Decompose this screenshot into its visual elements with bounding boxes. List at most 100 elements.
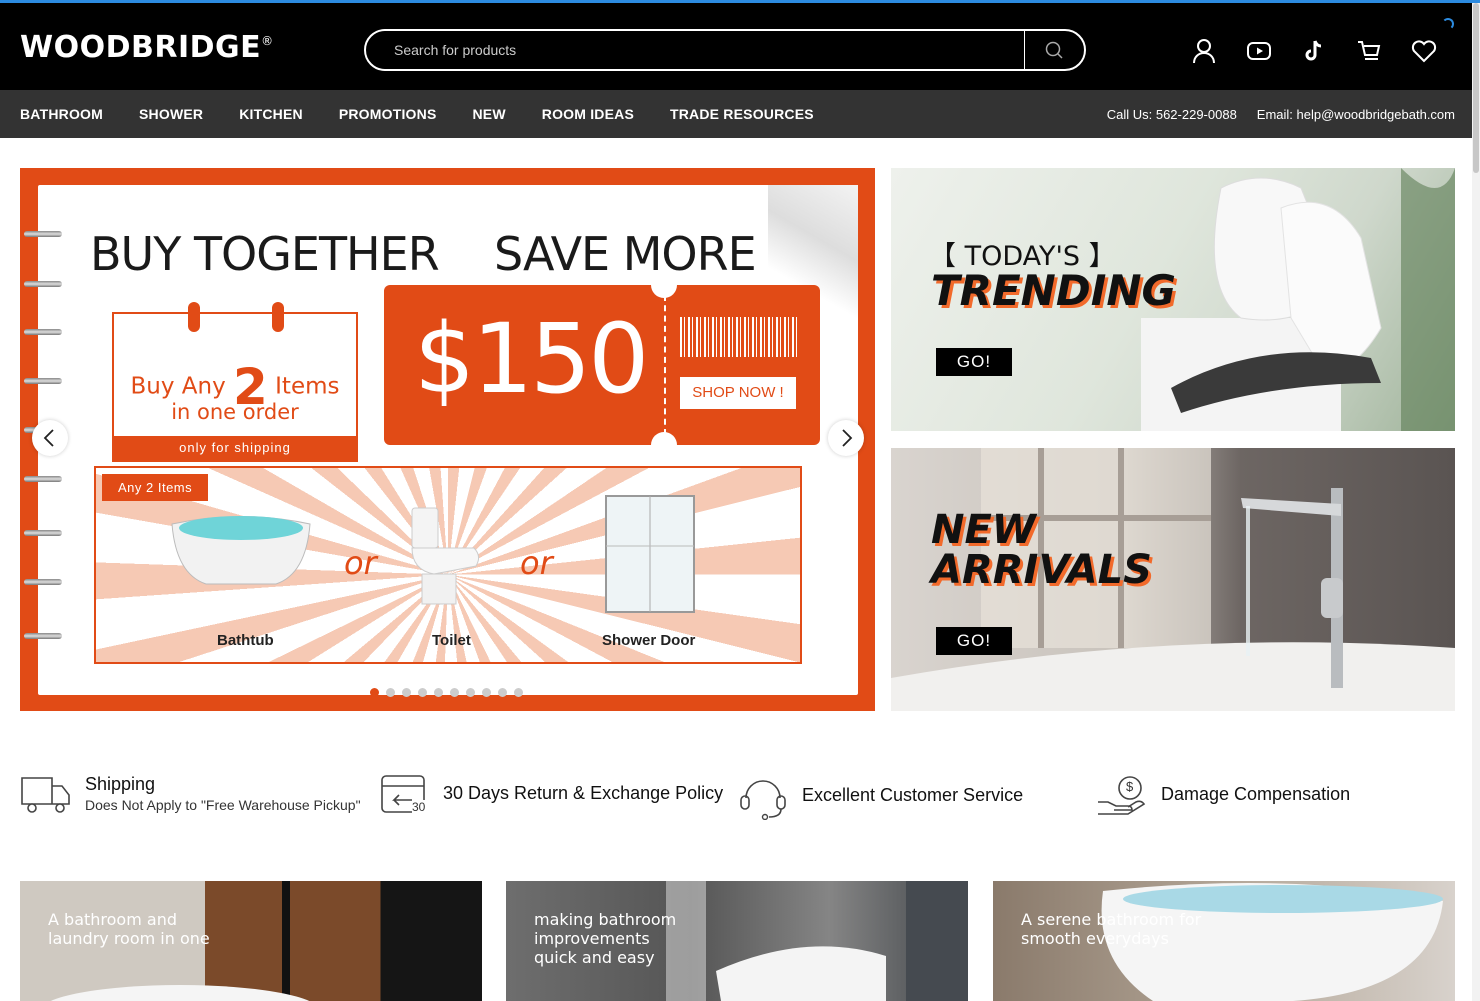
room-tile-bathroom-laundry[interactable]: A bathroom and laundry room in one	[20, 881, 482, 1001]
product-label-bathtub: Bathtub	[217, 632, 274, 649]
chevron-right-icon	[842, 429, 853, 447]
shop-now-button[interactable]: SHOP NOW !	[680, 377, 796, 409]
feature-return-policy: 30 30 Days Return & Exchange Policy	[380, 770, 723, 816]
slider-dot[interactable]	[514, 688, 523, 697]
feature-shipping-subtitle: Does Not Apply to "Free Warehouse Pickup…	[85, 796, 361, 813]
nav-item-trade-resources[interactable]: TRADE RESOURCES	[670, 106, 814, 122]
calendar-offer-card: Buy Any 2 Items in one order only for sh…	[112, 302, 358, 462]
slider-prev-button[interactable]	[32, 420, 68, 456]
slider-dot[interactable]	[370, 688, 379, 697]
slider-dot[interactable]	[466, 688, 475, 697]
room-tile-caption: making bathroom improvements quick and e…	[534, 910, 677, 967]
binding-ring	[24, 281, 62, 287]
room-ideas-tiles: A bathroom and laundry room in one makin…	[20, 881, 1455, 1001]
calendar-pin-icon	[272, 302, 284, 332]
binding-ring	[24, 579, 62, 585]
trending-photo-illustration	[1141, 168, 1455, 431]
contact-phone[interactable]: Call Us: 562-229-0088	[1107, 107, 1237, 122]
feature-damage-compensation: $ Damage Compensation	[1096, 770, 1350, 818]
site-logo[interactable]: WOODBRIDGE®	[20, 30, 274, 65]
slide-banner[interactable]: BUY TOGETHER SAVE MORE Buy Any 2 Items i…	[38, 185, 858, 695]
bathtub-image[interactable]	[166, 504, 316, 594]
trending-title: TRENDING	[931, 266, 1176, 315]
search-icon	[1045, 41, 1063, 59]
slider-pagination	[370, 688, 523, 697]
new-arrivals-line2: ARRIVALS	[931, 547, 1152, 593]
binding-ring	[24, 633, 62, 639]
slider-dot[interactable]	[402, 688, 411, 697]
barcode-icon	[680, 317, 798, 357]
slider-dot[interactable]	[386, 688, 395, 697]
youtube-icon[interactable]	[1245, 37, 1273, 65]
new-arrivals-go-button[interactable]: GO!	[936, 627, 1012, 655]
ticket-notch	[651, 432, 677, 458]
slider-dot[interactable]	[434, 688, 443, 697]
site-header: WOODBRIDGE®	[0, 3, 1472, 90]
feature-customer-service: Excellent Customer Service	[738, 770, 1023, 820]
slider-next-button[interactable]	[828, 420, 864, 456]
search-bar	[364, 29, 1086, 71]
scrollbar-thumb[interactable]	[1473, 3, 1479, 173]
headset-icon	[740, 780, 786, 820]
trending-go-button[interactable]: GO!	[936, 348, 1012, 376]
feature-return-title: 30 Days Return & Exchange Policy	[443, 782, 724, 803]
product-label-shower-door: Shower Door	[602, 632, 696, 649]
any-2-items-tag: Any 2 Items	[102, 474, 209, 501]
nav-item-promotions[interactable]: PROMOTIONS	[339, 106, 437, 122]
chevron-left-icon	[43, 429, 54, 447]
nav-item-shower[interactable]: SHOWER	[139, 106, 203, 122]
nav-item-bathroom[interactable]: BATHROOM	[20, 106, 103, 122]
ticket-divider	[664, 295, 666, 435]
new-arrivals-promo-banner[interactable]: NEW ARRIVALS GO!	[891, 448, 1455, 711]
slider-dot[interactable]	[498, 688, 507, 697]
feature-customer-service-title: Excellent Customer Service	[802, 784, 1024, 805]
headline-save-more: SAVE MORE	[494, 227, 757, 281]
contact-email[interactable]: Email: help@woodbridgebath.com	[1257, 107, 1455, 122]
offer-items-word: Items	[275, 373, 340, 400]
or-separator: or	[520, 544, 553, 582]
account-icon[interactable]	[1190, 37, 1218, 65]
binding-ring	[24, 378, 62, 384]
toilet-image[interactable]	[404, 504, 484, 608]
slider-dot[interactable]	[418, 688, 427, 697]
binding-ring	[24, 476, 62, 482]
offer-shipping-note: only for shipping	[114, 436, 356, 460]
search-input[interactable]	[394, 39, 994, 61]
room-tile-serene-bathroom[interactable]: A serene bathroom for smooth everydays	[993, 881, 1455, 1001]
slider-dot[interactable]	[450, 688, 459, 697]
feature-shipping-title: Shipping	[85, 773, 156, 794]
hero-slider[interactable]: BUY TOGETHER SAVE MORE Buy Any 2 Items i…	[20, 168, 875, 711]
loading-spinner-icon	[1442, 18, 1454, 30]
calendar-pin-icon	[188, 302, 200, 332]
room-tile-caption: A bathroom and laundry room in one	[48, 910, 210, 948]
product-label-toilet: Toilet	[432, 632, 471, 649]
shower-door-image[interactable]	[604, 494, 696, 614]
room-tile-bathroom-improvements[interactable]: making bathroom improvements quick and e…	[506, 881, 968, 1001]
feature-shipping: Shipping Does Not Apply to "Free Warehou…	[20, 770, 361, 816]
new-arrivals-line1: NEW	[931, 507, 1036, 553]
discount-price: $150	[414, 303, 649, 415]
search-button[interactable]	[1024, 31, 1084, 69]
room-tile-caption: A serene bathroom for smooth everydays	[1021, 910, 1202, 948]
bundle-products-panel: Any 2 Items or or Bathtub Toilet Shower …	[94, 466, 802, 664]
page-scrollbar[interactable]	[1472, 3, 1480, 1001]
tiktok-icon[interactable]	[1300, 37, 1328, 65]
nav-item-kitchen[interactable]: KITCHEN	[239, 106, 303, 122]
truck-icon	[21, 777, 70, 813]
slider-dot[interactable]	[482, 688, 491, 697]
feature-damage-compensation-title: Damage Compensation	[1161, 783, 1351, 804]
or-separator: or	[344, 544, 377, 582]
main-navigation: BATHROOM SHOWER KITCHEN PROMOTIONS NEW R…	[0, 90, 1472, 138]
binding-ring	[24, 329, 62, 335]
nav-item-new[interactable]: NEW	[473, 106, 506, 122]
headline-buy-together: BUY TOGETHER	[90, 227, 440, 281]
logo-registered-mark: ®	[261, 34, 274, 48]
return-box-icon: 30	[380, 770, 430, 816]
service-features-bar: Shipping Does Not Apply to "Free Warehou…	[20, 770, 1460, 826]
nav-item-room-ideas[interactable]: ROOM IDEAS	[542, 106, 634, 122]
wishlist-icon[interactable]	[1410, 37, 1438, 65]
trending-promo-banner[interactable]: 【 TODAY'S 】 TRENDING GO!	[891, 168, 1455, 431]
return-days-badge: 30	[412, 800, 426, 814]
offer-buy-any: Buy Any	[130, 373, 226, 400]
cart-icon[interactable]	[1355, 37, 1383, 65]
